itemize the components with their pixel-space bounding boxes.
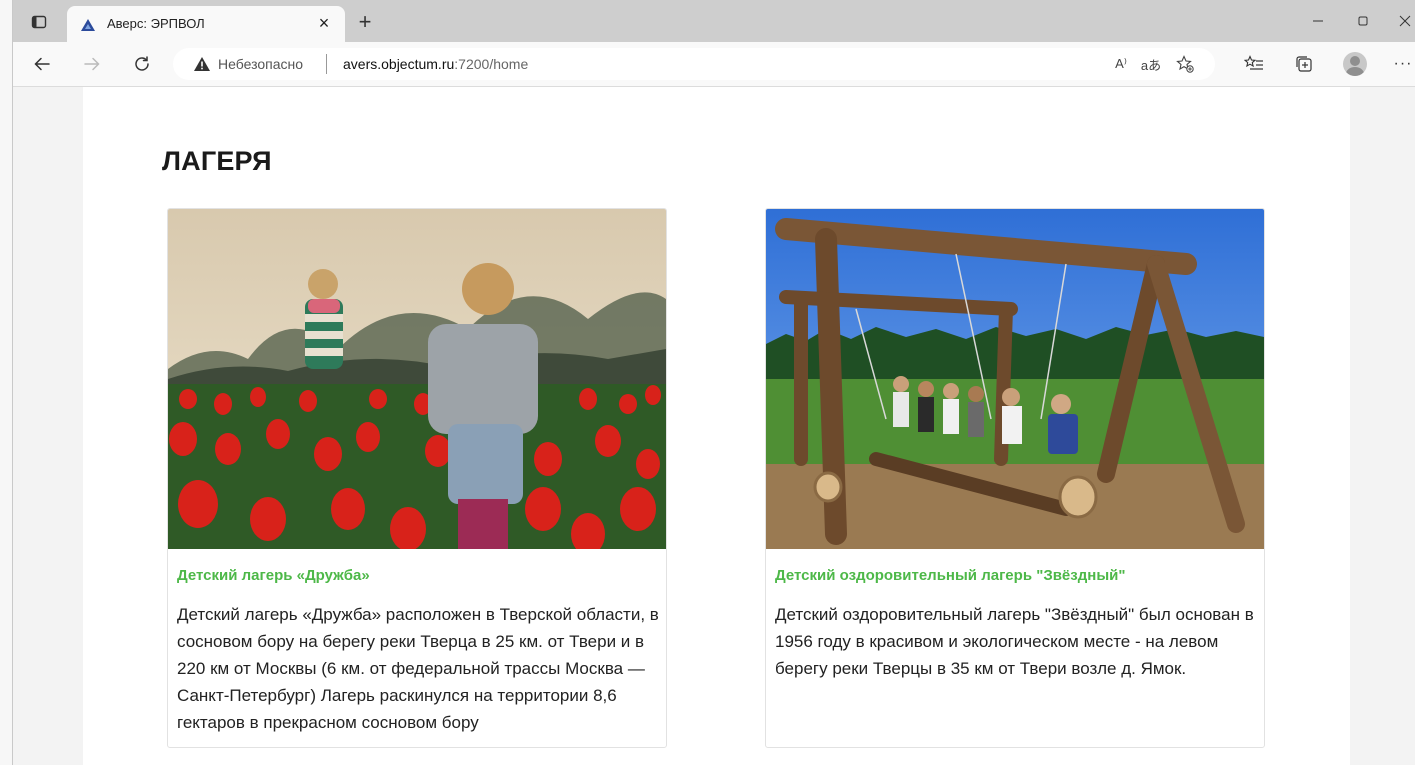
new-tab-button[interactable]: + bbox=[353, 9, 377, 34]
close-window-button[interactable] bbox=[1393, 9, 1415, 33]
url-text[interactable]: avers.objectum.ru:7200/home bbox=[343, 56, 528, 72]
profile-avatar[interactable] bbox=[1343, 52, 1367, 76]
more-icon: ··· bbox=[1393, 55, 1413, 72]
tab-title: Аверс: ЭРПВОЛ bbox=[107, 16, 205, 31]
browser-toolbar: Небезопасно avers.objectum.ru:7200/home … bbox=[13, 42, 1415, 87]
url-host: avers.objectum.ru bbox=[343, 56, 455, 72]
back-button[interactable] bbox=[29, 51, 55, 77]
translate-button[interactable]: aあ bbox=[1139, 52, 1163, 76]
maximize-button[interactable] bbox=[1351, 9, 1375, 33]
page-viewport: ЛАГЕРЯ Детский лагерь «Дружба» Детский л… bbox=[13, 87, 1415, 765]
collections-icon bbox=[1296, 56, 1312, 72]
address-bar[interactable]: Небезопасно avers.objectum.ru:7200/home … bbox=[173, 48, 1215, 80]
triangle-logo-icon bbox=[81, 19, 95, 31]
maximize-icon bbox=[1358, 16, 1368, 26]
minimize-icon bbox=[1313, 20, 1323, 22]
camp-card-druzhba[interactable]: Детский лагерь «Дружба» Детский лагерь «… bbox=[167, 208, 667, 748]
minimize-button[interactable] bbox=[1306, 9, 1330, 33]
tab-close-icon[interactable]: × bbox=[313, 12, 335, 34]
camp-card-title[interactable]: Детский оздоровительный лагерь "Звёздный… bbox=[775, 567, 1125, 584]
camp-card-zvezdny[interactable]: Детский оздоровительный лагерь "Звёздный… bbox=[765, 208, 1265, 748]
close-icon bbox=[1399, 15, 1411, 27]
more-menu-button[interactable]: ··· bbox=[1390, 51, 1415, 77]
camp-photo-druzhba[interactable] bbox=[168, 209, 666, 549]
camp-card-description: Детский лагерь «Дружба» расположен в Тве… bbox=[177, 605, 659, 732]
tab-actions-button[interactable] bbox=[27, 10, 51, 34]
collections-button[interactable] bbox=[1291, 51, 1317, 77]
warning-icon bbox=[194, 57, 210, 71]
camp-card-description: Детский оздоровительный лагерь "Звёздный… bbox=[775, 605, 1254, 678]
tab-actions-icon bbox=[31, 15, 47, 29]
page-title: ЛАГЕРЯ bbox=[162, 146, 272, 176]
favorites-list-icon bbox=[1244, 55, 1263, 70]
read-aloud-button[interactable]: A⁾ bbox=[1109, 52, 1133, 76]
read-aloud-icon: A⁾ bbox=[1115, 56, 1127, 71]
star-add-icon bbox=[1176, 55, 1194, 73]
forward-button[interactable] bbox=[79, 51, 105, 77]
camp-card-title[interactable]: Детский лагерь «Дружба» bbox=[177, 567, 370, 584]
tab-active[interactable]: Аверс: ЭРПВОЛ × bbox=[67, 6, 345, 42]
address-separator bbox=[326, 54, 327, 74]
translate-icon: aあ bbox=[1140, 57, 1162, 73]
refresh-icon bbox=[135, 56, 149, 71]
security-status-label[interactable]: Небезопасно bbox=[218, 56, 303, 72]
arrow-right-icon bbox=[84, 57, 100, 71]
camp-photo-zvezdny[interactable] bbox=[766, 209, 1264, 549]
refresh-button[interactable] bbox=[129, 51, 155, 77]
browser-window: Аверс: ЭРПВОЛ × + Небезопасно avers.obje… bbox=[12, 0, 1415, 765]
page-content: ЛАГЕРЯ Детский лагерь «Дружба» Детский л… bbox=[83, 87, 1350, 765]
arrow-left-icon bbox=[34, 57, 50, 71]
favorites-button[interactable] bbox=[1241, 51, 1267, 77]
add-favorite-button[interactable] bbox=[1173, 52, 1197, 76]
tab-strip: Аверс: ЭРПВОЛ × + bbox=[13, 0, 1415, 42]
url-path: :7200/home bbox=[454, 56, 529, 72]
